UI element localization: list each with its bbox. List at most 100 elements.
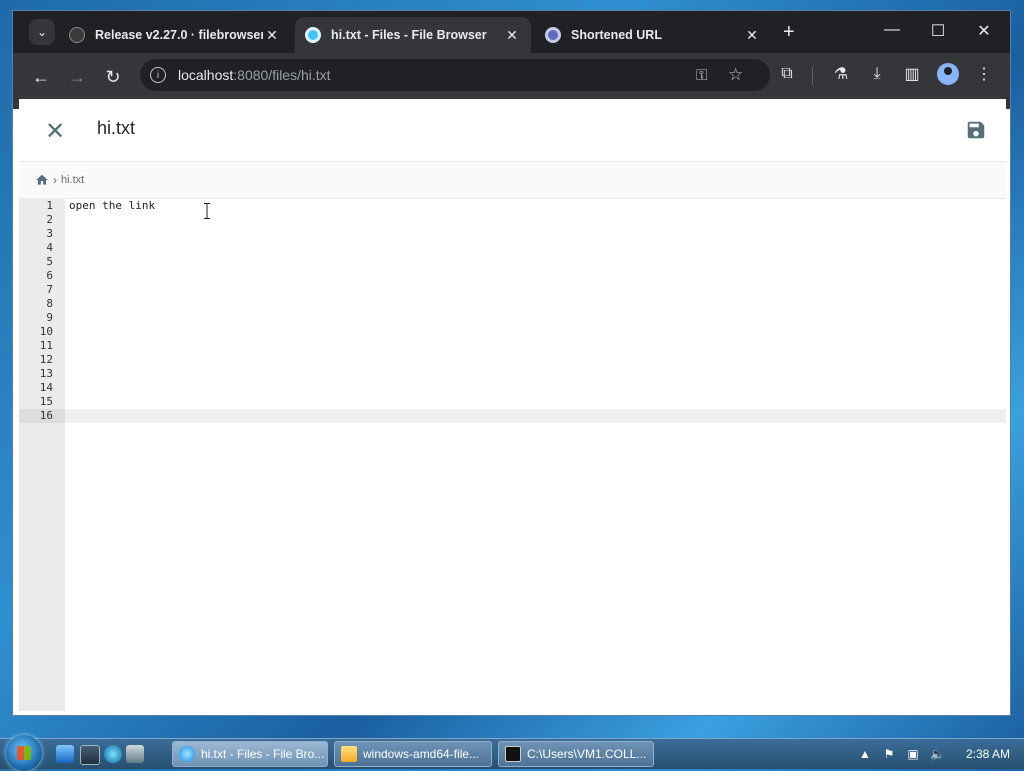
editor-header: ✕ hi.txt xyxy=(19,99,1006,162)
editor-line[interactable]: 2 xyxy=(19,213,1006,227)
url-path: :8080/files/hi.txt xyxy=(233,67,331,83)
start-button[interactable] xyxy=(6,735,42,771)
reload-icon: ↻ xyxy=(105,66,121,87)
save-button[interactable] xyxy=(965,119,987,141)
editor-line[interactable]: 14 xyxy=(19,381,1006,395)
arrow-right-icon: → xyxy=(68,66,86,87)
editor-line[interactable]: 13 xyxy=(19,367,1006,381)
back-button[interactable]: ← xyxy=(27,63,55,91)
avatar-icon xyxy=(937,63,959,85)
clock[interactable]: 2:38 AM xyxy=(966,747,1010,761)
toolbar-divider xyxy=(812,67,813,85)
close-icon: ✕ xyxy=(44,117,66,145)
profile-button[interactable] xyxy=(935,61,961,87)
editor-line[interactable]: 7 xyxy=(19,283,1006,297)
folder-icon xyxy=(341,746,357,762)
explorer-icon[interactable] xyxy=(80,745,100,765)
labs-icon[interactable]: ⚗ xyxy=(828,61,854,87)
address-bar[interactable]: i localhost:8080/files/hi.txt xyxy=(140,59,770,91)
line-number: 3 xyxy=(46,227,53,240)
line-number: 8 xyxy=(46,297,53,310)
browser-window: ⌄ Release v2.27.0 · filebrowser/fi ✕ hi.… xyxy=(12,10,1011,716)
save-icon xyxy=(967,121,985,139)
editor-line[interactable]: 3 xyxy=(19,227,1006,241)
close-editor-button[interactable]: ✕ xyxy=(41,117,69,145)
maximize-button[interactable]: ☐ xyxy=(923,21,953,41)
line-number: 4 xyxy=(46,241,53,254)
line-number: 15 xyxy=(39,395,53,408)
tab-label: hi.txt - Files - File Browser xyxy=(331,28,487,42)
line-number: 14 xyxy=(39,381,53,394)
extensions-icon[interactable]: ⧉ xyxy=(774,61,800,87)
editor-line[interactable]: 12 xyxy=(19,353,1006,367)
line-number: 2 xyxy=(46,213,53,226)
menu-icon[interactable]: ⋮ xyxy=(971,61,997,87)
home-icon[interactable] xyxy=(35,173,49,187)
show-hidden-icons-icon[interactable]: ▲ xyxy=(858,747,872,761)
taskbar-item-browser[interactable]: hi.txt - Files - File Bro... xyxy=(172,741,328,767)
line-number: 6 xyxy=(46,269,53,282)
close-window-button[interactable]: ✕ xyxy=(969,21,999,41)
forward-button[interactable]: → xyxy=(63,63,91,91)
editor-line[interactable]: 15 xyxy=(19,395,1006,409)
chevron-right-icon: › xyxy=(53,173,57,187)
side-panel-icon[interactable]: ▥ xyxy=(899,61,925,87)
taskbar-item-folder[interactable]: windows-amd64-file... xyxy=(334,741,492,767)
editor-line[interactable]: 4 xyxy=(19,241,1006,255)
close-tab-icon[interactable]: ✕ xyxy=(263,27,281,44)
filebrowser-icon xyxy=(305,27,321,43)
editor-line[interactable]: 6 xyxy=(19,269,1006,283)
close-tab-icon[interactable]: ✕ xyxy=(743,27,761,44)
editor-line[interactable]: 10 xyxy=(19,325,1006,339)
line-number: 9 xyxy=(46,311,53,324)
line-number: 11 xyxy=(39,339,53,352)
flag-icon[interactable]: ⚑ xyxy=(882,747,896,761)
editor-line[interactable]: 11 xyxy=(19,339,1006,353)
text-cursor-icon xyxy=(204,203,210,219)
star-icon[interactable]: ☆ xyxy=(728,65,743,85)
breadcrumb: › hi.txt xyxy=(19,162,1006,199)
page-content: ✕ hi.txt › hi.txt 1 open the link 2 3 4 5 6 7 8 9… xyxy=(19,99,1006,711)
breadcrumb-item-file[interactable]: hi.txt xyxy=(61,174,84,186)
volume-muted-icon[interactable]: 🔈 xyxy=(930,747,945,761)
network-status-icon[interactable]: ▣ xyxy=(906,747,920,761)
code-editor[interactable]: 1 open the link 2 3 4 5 6 7 8 9 10 11 12 13 14 15 16 xyxy=(19,199,1006,711)
editor-line[interactable]: 16 xyxy=(19,409,1006,423)
network-icon[interactable] xyxy=(126,745,144,763)
line-number: 7 xyxy=(46,283,53,296)
line-number: 13 xyxy=(39,367,53,380)
task-label: hi.txt - Files - File Bro... xyxy=(201,747,325,761)
close-tab-icon[interactable]: ✕ xyxy=(503,27,521,44)
line-number: 10 xyxy=(39,325,53,338)
key-icon[interactable]: ⚿ xyxy=(696,67,707,84)
line-number: 12 xyxy=(39,353,53,366)
editor-line[interactable]: 8 xyxy=(19,297,1006,311)
tab-release[interactable]: Release v2.27.0 · filebrowser/fi ✕ xyxy=(59,17,291,53)
media-player-icon[interactable] xyxy=(104,745,122,763)
line-number: 1 xyxy=(46,199,53,212)
editor-line[interactable]: 1 open the link xyxy=(19,199,1006,213)
download-icon[interactable]: ⤓ xyxy=(864,61,890,87)
tab-shortened-url[interactable]: Shortened URL ✕ xyxy=(535,17,771,53)
chrome-icon xyxy=(179,746,195,762)
ie-icon[interactable] xyxy=(56,745,74,763)
file-title: hi.txt xyxy=(97,118,136,138)
link-icon xyxy=(545,27,561,43)
line-number: 5 xyxy=(46,255,53,268)
editor-lines: 1 open the link 2 3 4 5 6 7 8 9 10 11 12 13 14 15 16 xyxy=(19,199,1006,423)
new-tab-button[interactable]: + xyxy=(783,22,795,42)
arrow-left-icon: ← xyxy=(32,66,50,87)
tab-search-button[interactable]: ⌄ xyxy=(29,19,55,45)
editor-line[interactable]: 9 xyxy=(19,311,1006,325)
minimize-button[interactable]: — xyxy=(877,21,907,39)
site-info-icon[interactable]: i xyxy=(150,67,166,83)
chevron-down-icon: ⌄ xyxy=(36,25,48,39)
reload-button[interactable]: ↻ xyxy=(99,63,127,91)
editor-line[interactable]: 5 xyxy=(19,255,1006,269)
line-text: open the link xyxy=(69,199,156,212)
taskbar-item-cmd[interactable]: C:\Users\VM1.COLL... xyxy=(498,741,654,767)
tab-label: Release v2.27.0 · filebrowser/fi xyxy=(95,28,263,42)
task-label: windows-amd64-file... xyxy=(363,747,480,761)
tab-hi-txt[interactable]: hi.txt - Files - File Browser ✕ xyxy=(295,17,531,53)
line-number: 16 xyxy=(39,409,53,422)
